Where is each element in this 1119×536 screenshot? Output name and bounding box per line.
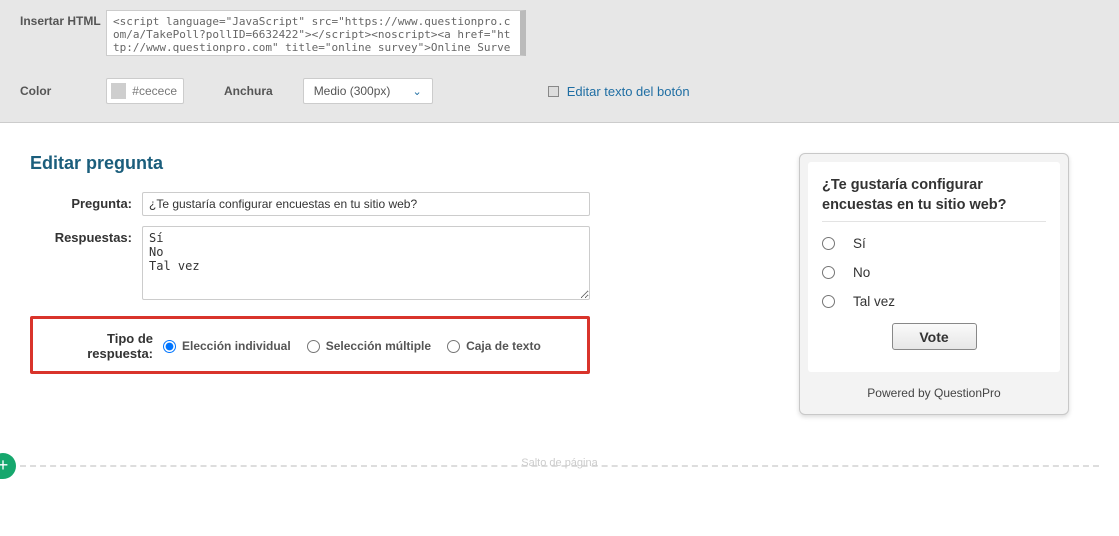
poll-option-3[interactable]: Tal vez <box>822 294 1046 309</box>
poll-card: ¿Te gustaría configurar encuestas en tu … <box>799 153 1069 415</box>
radio-textbox-input[interactable] <box>447 340 460 353</box>
radio-multi-choice[interactable]: Selección múltiple <box>307 339 431 353</box>
vote-button[interactable]: Vote <box>892 323 977 350</box>
radio-single-choice-label: Elección individual <box>182 339 291 353</box>
width-select[interactable]: Medio (300px) ⌄ <box>303 78 433 104</box>
response-type-label: Tipo de respuesta: <box>39 331 163 361</box>
edit-button-text-link[interactable]: Editar texto del botón <box>548 84 690 99</box>
poll-option-1-radio[interactable] <box>822 237 835 250</box>
chevron-down-icon: ⌄ <box>412 85 421 98</box>
poll-card-inner: ¿Te gustaría configurar encuestas en tu … <box>808 162 1060 372</box>
poll-preview-panel: ¿Te gustaría configurar encuestas en tu … <box>789 153 1099 415</box>
question-input[interactable] <box>142 192 590 216</box>
main-content: Editar pregunta Pregunta: Respuestas: Sí… <box>0 123 1119 415</box>
edit-button-text-checkbox[interactable] <box>548 86 559 97</box>
radio-textbox[interactable]: Caja de texto <box>447 339 541 353</box>
poll-option-2[interactable]: No <box>822 265 1046 280</box>
radio-multi-choice-label: Selección múltiple <box>326 339 431 353</box>
width-label: Anchura <box>224 84 273 98</box>
question-label: Pregunta: <box>30 192 142 216</box>
html-code-textarea[interactable]: <script language="JavaScript" src="https… <box>106 10 526 56</box>
answers-label: Respuestas: <box>30 226 142 300</box>
page-break-line: + Salto de página <box>0 455 1119 475</box>
editor-title: Editar pregunta <box>30 153 590 174</box>
radio-single-choice-input[interactable] <box>163 340 176 353</box>
powered-by[interactable]: Powered by QuestionPro <box>808 372 1060 406</box>
poll-option-3-label: Tal vez <box>853 294 895 309</box>
insert-html-label: Insertar HTML <box>20 10 106 28</box>
question-editor: Editar pregunta Pregunta: Respuestas: Sí… <box>30 153 590 415</box>
poll-option-1[interactable]: Sí <box>822 236 1046 251</box>
color-swatch <box>111 83 126 99</box>
radio-single-choice[interactable]: Elección individual <box>163 339 291 353</box>
response-type-highlight: Tipo de respuesta: Elección individual S… <box>30 316 590 374</box>
poll-option-1-label: Sí <box>853 236 866 251</box>
poll-question: ¿Te gustaría configurar encuestas en tu … <box>822 176 1046 215</box>
divider <box>822 221 1046 222</box>
radio-multi-choice-input[interactable] <box>307 340 320 353</box>
color-picker[interactable]: #cecece <box>106 78 184 104</box>
radio-textbox-label: Caja de texto <box>466 339 541 353</box>
color-value: #cecece <box>132 84 177 98</box>
embed-config-bar: Insertar HTML <script language="JavaScri… <box>0 0 1119 123</box>
width-value: Medio (300px) <box>314 84 391 98</box>
edit-button-text-label: Editar texto del botón <box>567 84 690 99</box>
poll-option-2-radio[interactable] <box>822 266 835 279</box>
answers-textarea[interactable]: Sí No Tal vez <box>142 226 590 300</box>
page-break-label: Salto de página <box>521 457 597 469</box>
color-label: Color <box>20 84 106 98</box>
add-page-button[interactable]: + <box>0 453 16 479</box>
poll-option-2-label: No <box>853 265 870 280</box>
poll-option-3-radio[interactable] <box>822 295 835 308</box>
